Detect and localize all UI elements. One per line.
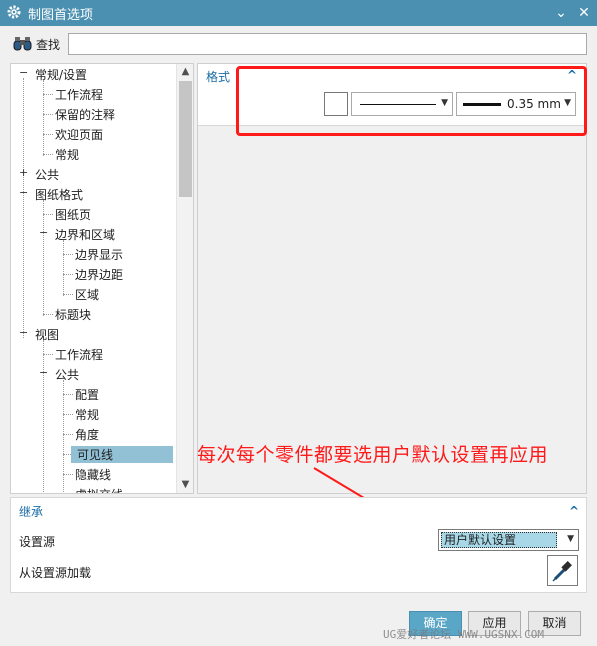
scroll-up-icon[interactable]: ▲ [177, 64, 193, 80]
tree-connector [43, 114, 53, 115]
expand-icon[interactable]: + [19, 167, 28, 178]
tree-item-common[interactable]: + 公共 [11, 164, 177, 184]
title-bar: 制图首选项 ⌄ ✕ [0, 0, 597, 26]
inherit-section: 继承 ^ 设置源 用户默认设置 ▼ 从设置源加载 [10, 497, 587, 593]
tree-item-label: 图纸页 [55, 208, 92, 222]
inherit-section-title[interactable]: 继承 [19, 503, 43, 520]
tree-item-label: 区域 [75, 288, 100, 302]
load-from-source-label: 从设置源加载 [19, 566, 92, 580]
scrollbar-thumb[interactable] [179, 81, 192, 197]
tree-item-label: 边界显示 [75, 248, 124, 262]
tree-item-label: 常规 [55, 148, 80, 162]
tree-item-drawing-sheet[interactable]: 图纸页 [11, 204, 177, 224]
tree-item-label: 虚拟交线 [75, 486, 123, 493]
tree-item-label: 角度 [75, 428, 100, 442]
tree-connector [43, 314, 53, 315]
close-button[interactable]: ✕ [574, 3, 594, 23]
collapse-icon[interactable]: − [39, 227, 48, 238]
tree-item-label: 工作流程 [55, 88, 104, 102]
binoculars-icon [12, 36, 34, 52]
tree-item-general-settings[interactable]: − 常规/设置 [11, 64, 177, 84]
tree-item-label: 可见线 [71, 446, 173, 463]
tree-item-label: 欢迎页面 [55, 128, 104, 142]
tree-item-label: 公共 [35, 168, 60, 182]
tree-connector [63, 274, 73, 275]
tree-item-label: 常规 [75, 408, 100, 422]
tree-item-label: 边界和区域 [55, 228, 116, 242]
scroll-down-icon[interactable]: ▼ [177, 477, 193, 493]
tree-item-border-margins[interactable]: 边界边距 [11, 264, 177, 284]
source-selected-value: 用户默认设置 [441, 532, 557, 548]
tree-item-label: 视图 [35, 328, 60, 342]
chevron-up-icon[interactable]: ^ [567, 504, 581, 518]
tree-item-angle[interactable]: 角度 [11, 424, 177, 444]
settings-panel: 格式 ^ ▼ 0.35 mm ▼ [197, 63, 587, 494]
tree-connector [63, 434, 73, 435]
tree-connector [63, 414, 73, 415]
tree-item-configuration[interactable]: 配置 [11, 384, 177, 404]
tree-connector [63, 474, 73, 475]
tree-item-view-general[interactable]: 常规 [11, 404, 177, 424]
tree-connector [63, 394, 73, 395]
source-label: 设置源 [19, 535, 56, 549]
tree-item-retained-annotations[interactable]: 保留的注释 [11, 104, 177, 124]
tree-item-title-block[interactable]: 标题块 [11, 304, 177, 324]
tree-item-label: 边界边距 [75, 268, 124, 282]
search-input[interactable] [68, 33, 587, 55]
collapse-icon[interactable]: − [19, 67, 28, 78]
red-highlight-box [236, 66, 587, 136]
tree-item-hidden-lines[interactable]: 隐藏线 [11, 464, 177, 484]
window-title: 制图首选项 [28, 8, 94, 23]
tree-connector [43, 154, 53, 155]
watermark: UG爱好者论坛 WWW.UGSNX.COM [383, 628, 544, 641]
collapse-window-button[interactable]: ⌄ [551, 3, 571, 23]
chevron-down-icon: ▼ [567, 534, 574, 544]
gear-icon [6, 4, 22, 20]
tree-connector [43, 134, 53, 135]
tree-item-label: 保留的注释 [55, 108, 116, 122]
tree-item-label: 标题块 [55, 308, 92, 322]
tree-item-label: 配置 [75, 388, 100, 402]
tree-item-label: 工作流程 [55, 348, 104, 362]
settings-source-select[interactable]: 用户默认设置 ▼ [438, 529, 579, 551]
load-from-source-button[interactable] [547, 555, 578, 586]
tree-item-borders-and-zones[interactable]: − 边界和区域 [11, 224, 177, 244]
tree-scrollbar[interactable]: ▲ ▼ [176, 64, 193, 493]
tree-item-label: 常规/设置 [35, 68, 88, 82]
tree-connector [63, 254, 73, 255]
tree-item-view-workflow[interactable]: 工作流程 [11, 344, 177, 364]
tree-item-visible-lines[interactable]: 可见线 [11, 444, 177, 464]
tree-item-label: 图纸格式 [35, 188, 84, 202]
tree-item-virtual-intersections[interactable]: 虚拟交线 [11, 484, 177, 493]
eyedropper-icon [552, 561, 572, 582]
format-section-title[interactable]: 格式 [206, 68, 230, 85]
format-section: 格式 ^ ▼ 0.35 mm ▼ [198, 64, 587, 136]
tree-item-border-display[interactable]: 边界显示 [11, 244, 177, 264]
tree-item-view[interactable]: − 视图 [11, 324, 177, 344]
tree-connector [43, 214, 53, 215]
tree-item-label: 隐藏线 [75, 468, 112, 482]
tree-item-general[interactable]: 常规 [11, 144, 177, 164]
tree-connector [63, 294, 73, 295]
tree-connector [43, 94, 53, 95]
search-row: 查找 [0, 26, 597, 60]
tree-item-welcome-page[interactable]: 欢迎页面 [11, 124, 177, 144]
tree-item-drawing-format[interactable]: − 图纸格式 [11, 184, 177, 204]
preferences-tree[interactable]: − 常规/设置 工作流程 保留的注释 欢迎页面 常规 + 公共 − 图纸格式 图… [10, 63, 194, 494]
collapse-icon[interactable]: − [19, 327, 28, 338]
collapse-icon[interactable]: − [19, 187, 28, 198]
collapse-icon[interactable]: − [39, 367, 48, 378]
tree-item-label: 公共 [55, 368, 80, 382]
tree-item-zones[interactable]: 区域 [11, 284, 177, 304]
tree-item-view-common[interactable]: − 公共 [11, 364, 177, 384]
search-label: 查找 [36, 38, 61, 52]
tree-connector [43, 354, 53, 355]
tree-item-workflow[interactable]: 工作流程 [11, 84, 177, 104]
